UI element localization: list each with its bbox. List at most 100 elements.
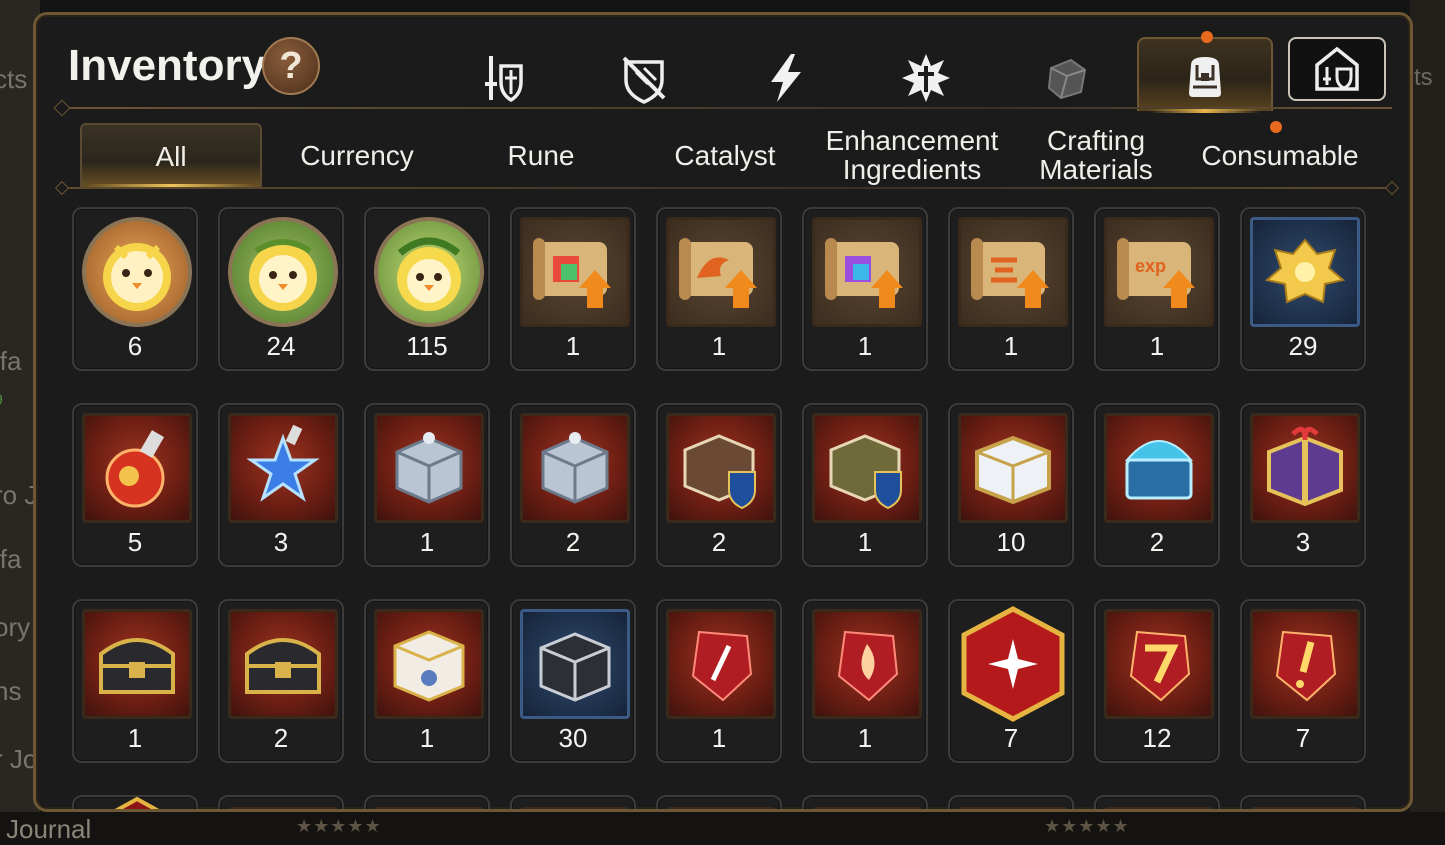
item-count: 5 [127, 527, 143, 557]
red-gem-seven-icon [1104, 609, 1214, 719]
inventory-item[interactable] [656, 795, 782, 809]
inventory-item[interactable]: 5 [72, 403, 198, 567]
red-gem-flame-icon [812, 609, 922, 719]
tab-skill[interactable] [750, 45, 820, 111]
item-frame [958, 807, 1068, 809]
inventory-item[interactable]: 6 [72, 207, 198, 371]
sword-shield-icon [485, 56, 523, 103]
crystal-dome-chest-icon [1104, 413, 1214, 523]
item-count: 1 [857, 331, 873, 361]
white-ornate-box-icon [374, 609, 484, 719]
white-gold-chest-icon [958, 413, 1068, 523]
inventory-item[interactable] [72, 795, 198, 809]
tab-consumable[interactable]: Consumable [1188, 123, 1372, 187]
inventory-item[interactable]: 2 [510, 403, 636, 567]
inventory-item[interactable]: 24 [218, 207, 344, 371]
item-frame [374, 807, 484, 809]
background-right-strip: ts [1410, 0, 1445, 844]
tab-all[interactable]: All [80, 123, 262, 187]
item-count: 2 [273, 723, 289, 753]
inventory-item[interactable] [802, 795, 928, 809]
inventory-item[interactable]: 7 [948, 599, 1074, 763]
inventory-item[interactable]: 1 [802, 599, 928, 763]
red-gem-sword-icon [666, 609, 776, 719]
star-rating-icon: ★★★★★ [296, 816, 382, 836]
inventory-item[interactable] [510, 795, 636, 809]
inventory-item[interactable] [218, 795, 344, 809]
inventory-item[interactable]: 1 [656, 599, 782, 763]
background-text: ro J [0, 480, 38, 510]
tab-artifact[interactable] [609, 45, 679, 111]
background-bottom-strip: Journal ★★★★★ ★★★★★ [0, 812, 1445, 844]
tab-rune[interactable]: Rune [450, 123, 632, 187]
inventory-item[interactable]: 3 [1240, 403, 1366, 567]
tab-currency[interactable]: Currency [266, 123, 448, 187]
background-text: ory [0, 612, 31, 642]
item-count: 1 [419, 527, 435, 557]
hex-frame-icon [114, 797, 160, 809]
tab-enhancement-ingredients[interactable]: Enhancement Ingredients [820, 123, 1004, 187]
scroll-dragon-upgrade-icon [666, 217, 776, 327]
backpack-icon [1189, 57, 1221, 97]
background-text: cts [0, 64, 28, 94]
item-count: 24 [266, 331, 296, 361]
tab-catalyst[interactable]: Catalyst [634, 123, 816, 187]
item-count: 1 [565, 331, 581, 361]
inventory-item[interactable]: 30 [510, 599, 636, 763]
inventory-item[interactable]: 2 [656, 403, 782, 567]
svg-text:exp: exp [1135, 256, 1166, 276]
inventory-item[interactable]: 1 [364, 403, 490, 567]
inventory-item[interactable]: 1 [72, 599, 198, 763]
item-count: 1 [711, 331, 727, 361]
inventory-item[interactable]: 1 [656, 207, 782, 371]
tab-special[interactable] [891, 45, 961, 111]
cube-icon [1047, 58, 1087, 100]
scroll-rainbow-upgrade-icon [520, 217, 630, 327]
item-count: 1 [711, 723, 727, 753]
inventory-item[interactable] [948, 795, 1074, 809]
inventory-item[interactable]: 1 [802, 403, 928, 567]
inventory-panel: Inventory ? All Currency Rune Catalyst E… [33, 12, 1413, 812]
inventory-item[interactable]: 2 [1094, 403, 1220, 567]
tab-crafting-materials[interactable]: Crafting Materials [1004, 123, 1188, 187]
golden-chick-portrait-icon [82, 217, 192, 327]
background-text: ns [0, 676, 22, 706]
inventory-item[interactable]: 1 [948, 207, 1074, 371]
item-count: 2 [711, 527, 727, 557]
scroll-exp-upgrade-icon: exp [1104, 217, 1214, 327]
inventory-item[interactable]: exp 1 [1094, 207, 1220, 371]
tab-material[interactable] [1032, 45, 1102, 111]
red-gem-exclaim-icon [1250, 609, 1360, 719]
scroll-rainbow-upgrade-icon [812, 217, 922, 327]
inventory-item[interactable]: 12 [1094, 599, 1220, 763]
inventory-item[interactable]: 115 [364, 207, 490, 371]
inventory-item[interactable]: 3 [218, 403, 344, 567]
inventory-item[interactable] [1094, 795, 1220, 809]
tab-storage[interactable] [1288, 37, 1386, 101]
item-count: 10 [996, 527, 1026, 557]
inventory-item[interactable]: 10 [948, 403, 1074, 567]
dark-gold-chest-icon [82, 609, 192, 719]
item-count: 3 [1295, 527, 1311, 557]
item-count: 6 [127, 331, 143, 361]
scroll-glyph-upgrade-icon [958, 217, 1068, 327]
inventory-item[interactable]: 1 [802, 207, 928, 371]
ornate-chest-blue-badge-icon [666, 413, 776, 523]
inventory-item[interactable]: 2 [218, 599, 344, 763]
inventory-item[interactable]: 7 [1240, 599, 1366, 763]
inventory-item[interactable] [1240, 795, 1366, 809]
item-frame [520, 807, 630, 809]
inventory-item[interactable] [364, 795, 490, 809]
tab-inventory[interactable] [1137, 31, 1273, 113]
item-count: 1 [1003, 331, 1019, 361]
star-rating-icon: ★★★★★ [1044, 816, 1130, 836]
header-divider [62, 107, 1392, 109]
item-count: 115 [406, 331, 448, 361]
item-count: 3 [273, 527, 289, 557]
notification-dot [1270, 121, 1282, 133]
help-button[interactable]: ? [262, 37, 320, 95]
inventory-item[interactable]: 1 [510, 207, 636, 371]
inventory-item[interactable]: 29 [1240, 207, 1366, 371]
inventory-item[interactable]: 1 [364, 599, 490, 763]
tab-equipment[interactable] [468, 45, 538, 111]
